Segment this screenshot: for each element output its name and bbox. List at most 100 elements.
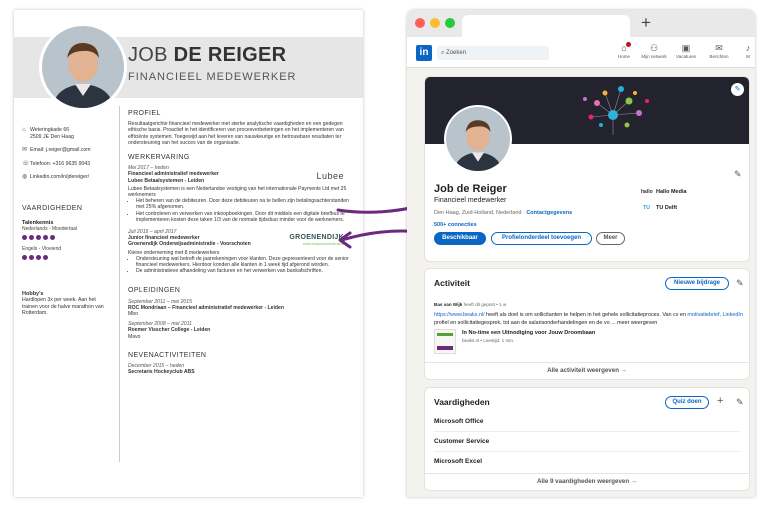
cv-role: FINANCIEEL MEDEWERKER (128, 71, 297, 83)
job-bullet: De administratieve afhandeling van factu… (136, 268, 358, 274)
cv-job: GROENENDIJK onderwijsadministratie Juli 2… (128, 229, 358, 274)
job-bullets: Het beheren van de debiteuren. Door deze… (128, 198, 358, 223)
new-post-button[interactable]: Nieuwe bijdrage (665, 277, 729, 290)
activity-link[interactable]: https://www.beaks.nl/ (434, 312, 485, 318)
contact-info-link[interactable]: Contactgegevens (526, 210, 572, 216)
nav-jobs[interactable]: ▣ Vacatures (671, 43, 701, 59)
more-button[interactable]: Meer (596, 232, 625, 245)
cv-skills-title: VAARDIGHEDEN (22, 205, 83, 212)
mail-icon: ✉ (22, 147, 28, 153)
minimize-window-button[interactable] (430, 18, 440, 28)
open-to-button[interactable]: Beschikbaar (434, 232, 486, 245)
activity-text: https://www.beaks.nl/ heeft als doel is … (434, 312, 743, 326)
cv-language-level: Engels - Vloeiend (22, 246, 62, 252)
article-title[interactable]: In No-time een Uitnodiging voor Jouw Dro… (462, 330, 595, 336)
cv-contact-email: ✉ Email: j.reiger@gmail.com (22, 147, 91, 153)
notification-icon: ♪ (745, 43, 751, 53)
activity-card: Activiteit Nieuwe bijdrage ✎ Bas van Wij… (425, 269, 749, 379)
edit-cover-button[interactable]: ✎ (731, 83, 744, 96)
cv-rating-dots (22, 255, 114, 260)
browser-titlebar: + (407, 10, 755, 37)
cv-work-title: WERKERVARING (128, 154, 190, 162)
connections-link[interactable]: 500+ connecties (434, 222, 477, 228)
message-icon: ✉ (715, 43, 723, 53)
nav-network[interactable]: ⚇ Mijn netwerk (639, 43, 669, 59)
cv-language-level: Nederlands - Moedertaal (22, 226, 78, 232)
take-quiz-button[interactable]: Quiz doen (665, 396, 709, 409)
profile-card: ✎ ✎ Job de Reiger Financieel medewerker … (425, 77, 749, 261)
org-tu-delft[interactable]: TU TU Delft (641, 205, 677, 211)
edit-activity-icon[interactable]: ✎ (736, 278, 744, 289)
job-bullet: Ondersteuning wat betreft de jaarrekenin… (136, 256, 358, 268)
cv-hobby: Hobby's Hardlopen 3x per week. Aan het t… (22, 291, 112, 317)
new-tab-button[interactable]: + (641, 13, 651, 33)
cv-education-title: OPLEIDINGEN (128, 287, 181, 295)
activity-link[interactable]: motivatiebrief, LinkedIn (687, 312, 742, 318)
skill-item[interactable]: Microsoft Office (434, 418, 740, 432)
tu-delft-logo: TU (643, 205, 650, 211)
cv-rating-dots (22, 235, 114, 240)
home-icon: ⌂ (22, 127, 26, 133)
browser-window: + in ⌕ Zoeken ⌂ Home ⚇ Mijn netwerk ▣ Vacat… (407, 10, 755, 497)
cv-contact-address: ⌂ Weteringkade 66 2509 JE Den Haag (22, 127, 74, 140)
activity-author[interactable]: Bas van Wijk (434, 302, 462, 307)
briefcase-icon: ▣ (681, 43, 691, 53)
screenshot-stage: { "cv": { "name_first": "JOB ", "name_la… (0, 0, 770, 506)
cv-profile-photo (39, 23, 127, 111)
search-input[interactable]: ⌕ Zoeken (437, 46, 549, 60)
cv-name: JOB DE REIGER (128, 44, 287, 66)
show-all-skills-button[interactable]: Alle 9 vaardigheden weergeven → (425, 473, 749, 490)
notification-badge (626, 42, 631, 47)
cv-skills: VAARDIGHEDEN Talenkennis Nederlands - Mo… (22, 205, 114, 260)
side-title: Secretaris Hockeyclub ABS (128, 369, 195, 376)
edu-level: Mbo (128, 311, 138, 318)
cv-contact-phone: ☏ Telefoon: +316 9635 9043 (22, 160, 91, 167)
add-skill-icon[interactable]: + (717, 395, 723, 407)
linkedin-navbar: in ⌕ Zoeken ⌂ Home ⚇ Mijn netwerk ▣ Vacatur… (407, 37, 755, 68)
edit-profile-icon[interactable]: ✎ (734, 169, 742, 180)
activity-meta: Bas van Wijk heeft dit gepost • 1 w (434, 302, 507, 307)
cv-contact-linkedin: ◍ Linkedin.com/in/jdereiger/ (22, 174, 90, 180)
cv-contact-list: ⌂ Weteringkade 66 2509 JE Den Haag ✉ Email… (22, 127, 114, 188)
edu-level: Mavo (128, 333, 141, 340)
nav-home[interactable]: ⌂ Home (609, 42, 639, 59)
profile-photo[interactable] (444, 105, 512, 173)
person-photo-icon (42, 26, 124, 108)
job-description: Lubee Betaalsystemen is een Nederlandse … (128, 185, 347, 199)
hallo-media-logo: hallo (641, 189, 653, 195)
job-bullets: Ondersteuning wat betreft de jaarrekenin… (128, 256, 358, 275)
article-meta: beaks.nl • Leestijd: 1 min. (462, 338, 515, 343)
maximize-window-button[interactable] (445, 18, 455, 28)
add-profile-section-button[interactable]: Profielonderdeel toevoegen (491, 232, 592, 245)
lubee-logo: Lubee (316, 171, 344, 182)
nav-messages[interactable]: ✉ Berichten (704, 43, 734, 59)
linkedin-icon: ◍ (22, 174, 28, 180)
job-bullet: Het controleren en verwerken van inkoopb… (136, 211, 358, 223)
profile-name: Job de Reiger (434, 183, 507, 195)
skills-card: Vaardigheden Quiz doen + ✎ Microsoft Off… (425, 388, 749, 490)
close-window-button[interactable] (415, 18, 425, 28)
nav-notifications[interactable]: ♪ M (733, 43, 755, 59)
cv-main-column: PROFIEL Resultaatgerichte financieel med… (128, 110, 358, 376)
edit-skills-icon[interactable]: ✎ (736, 397, 744, 408)
profile-headline: Financieel medewerker (434, 197, 507, 204)
home-icon: ⌂ (621, 43, 627, 53)
org-hallo-media[interactable]: hallo Hallo Media (641, 189, 687, 195)
cv-divider (119, 106, 120, 462)
cv-job: Lubee Mei 2017 – heden Financieel admini… (128, 165, 358, 223)
cv-document: JOB DE REIGER FINANCIEEL MEDEWERKER ⌂ Wet… (14, 10, 363, 497)
show-all-activity-button[interactable]: Alle activiteit weergeven → (425, 362, 749, 379)
activity-title: Activiteit (434, 278, 470, 288)
browser-tab[interactable] (462, 15, 630, 37)
job-bullet: Het beheren van de debiteuren. Door deze… (136, 198, 358, 210)
cv-profile-title: PROFIEL (128, 110, 161, 117)
article-thumbnail[interactable] (434, 329, 456, 354)
skill-item[interactable]: Microsoft Excel (434, 458, 740, 471)
linkedin-logo[interactable]: in (416, 45, 432, 61)
cv-side-activities-title: NEVENACTIVITEITEN (128, 351, 207, 359)
cv-hobby-text: Hardlopen 3x per week. Aan het trainen v… (22, 297, 104, 317)
cv-profile-text: Resultaatgerichte financieel medewerker … (128, 121, 344, 146)
skill-item[interactable]: Customer Service (434, 438, 740, 452)
person-photo-icon (446, 107, 510, 171)
phone-icon: ☏ (22, 160, 30, 167)
